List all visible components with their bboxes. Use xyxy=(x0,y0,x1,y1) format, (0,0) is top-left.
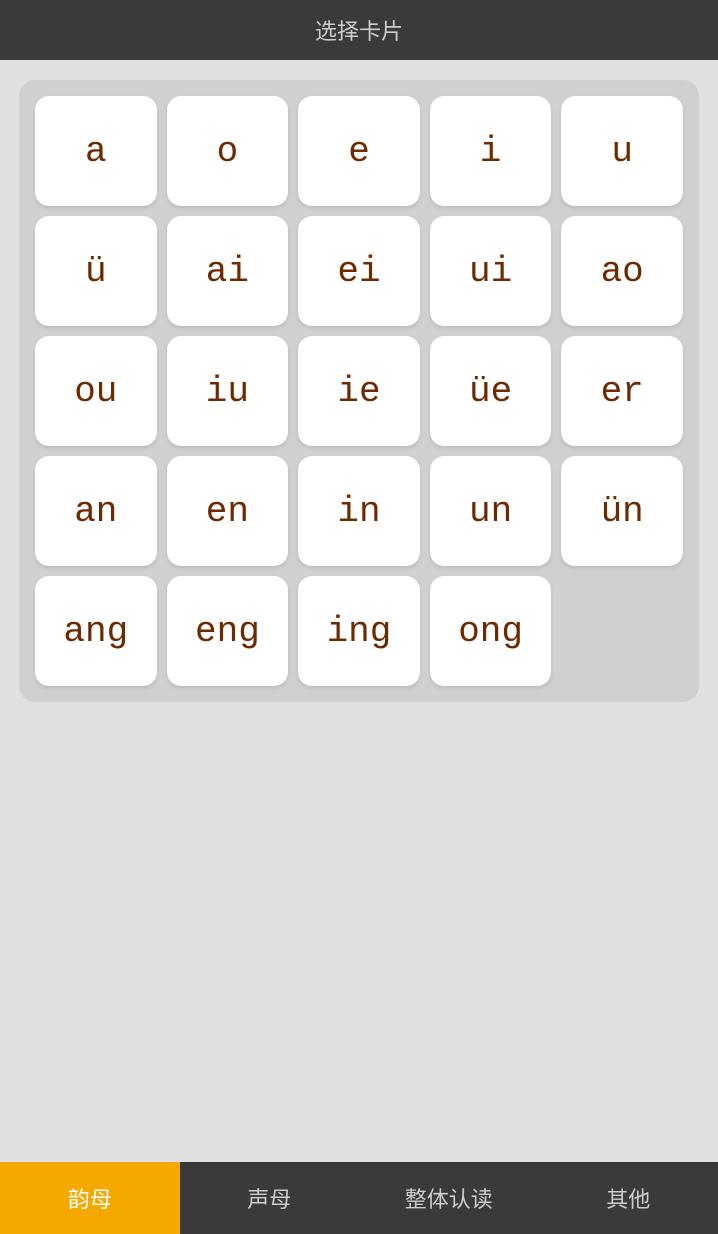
bottom-nav: 韵母声母整体认读其他 xyxy=(0,1162,718,1234)
card-item[interactable]: ü xyxy=(35,216,157,326)
card-grid-container: aoeiuüaieiuiaoouiuieüeeraneninunünangeng… xyxy=(19,80,699,702)
card-item[interactable]: üe xyxy=(430,336,552,446)
card-label: ing xyxy=(327,611,392,652)
card-label: üe xyxy=(469,371,512,412)
card-item[interactable]: in xyxy=(298,456,420,566)
card-label: iu xyxy=(206,371,249,412)
card-item[interactable]: a xyxy=(35,96,157,206)
card-label: ao xyxy=(601,251,644,292)
card-label: in xyxy=(337,491,380,532)
card-item[interactable]: en xyxy=(167,456,289,566)
card-item[interactable]: ang xyxy=(35,576,157,686)
card-item[interactable]: ao xyxy=(561,216,683,326)
card-label: u xyxy=(611,131,633,172)
card-label: ün xyxy=(601,491,644,532)
card-item[interactable]: ui xyxy=(430,216,552,326)
card-grid: aoeiuüaieiuiaoouiuieüeeraneninunünangeng… xyxy=(35,96,683,686)
card-label: eng xyxy=(195,611,260,652)
top-bar: 选择卡片 xyxy=(0,0,718,60)
card-label: an xyxy=(74,491,117,532)
card-label: ong xyxy=(458,611,523,652)
card-item[interactable]: ou xyxy=(35,336,157,446)
nav-item-1[interactable]: 声母 xyxy=(180,1162,360,1234)
card-item[interactable]: er xyxy=(561,336,683,446)
card-item[interactable]: e xyxy=(298,96,420,206)
card-item[interactable]: un xyxy=(430,456,552,566)
card-label: ou xyxy=(74,371,117,412)
page-title: 选择卡片 xyxy=(315,14,403,46)
card-label: ei xyxy=(337,251,380,292)
card-label: i xyxy=(480,131,502,172)
card-label: a xyxy=(85,131,107,172)
card-label: er xyxy=(601,371,644,412)
card-label: ui xyxy=(469,251,512,292)
card-item[interactable]: ing xyxy=(298,576,420,686)
card-item[interactable]: iu xyxy=(167,336,289,446)
card-label: o xyxy=(217,131,239,172)
card-item[interactable]: o xyxy=(167,96,289,206)
card-item[interactable]: an xyxy=(35,456,157,566)
card-label: un xyxy=(469,491,512,532)
card-label: e xyxy=(348,131,370,172)
card-item[interactable]: ei xyxy=(298,216,420,326)
card-label: en xyxy=(206,491,249,532)
nav-item-0[interactable]: 韵母 xyxy=(0,1162,180,1234)
card-item[interactable]: ie xyxy=(298,336,420,446)
card-item[interactable]: ai xyxy=(167,216,289,326)
card-item[interactable]: ong xyxy=(430,576,552,686)
card-item[interactable]: eng xyxy=(167,576,289,686)
card-item[interactable]: ün xyxy=(561,456,683,566)
main-content: aoeiuüaieiuiaoouiuieüeeraneninunünangeng… xyxy=(0,60,718,1162)
card-item[interactable]: u xyxy=(561,96,683,206)
nav-item-3[interactable]: 其他 xyxy=(539,1162,718,1234)
card-label: ie xyxy=(337,371,380,412)
card-label: ai xyxy=(206,251,249,292)
nav-item-2[interactable]: 整体认读 xyxy=(359,1162,539,1234)
card-label: ang xyxy=(63,611,128,652)
card-item[interactable]: i xyxy=(430,96,552,206)
card-label: ü xyxy=(85,251,107,292)
